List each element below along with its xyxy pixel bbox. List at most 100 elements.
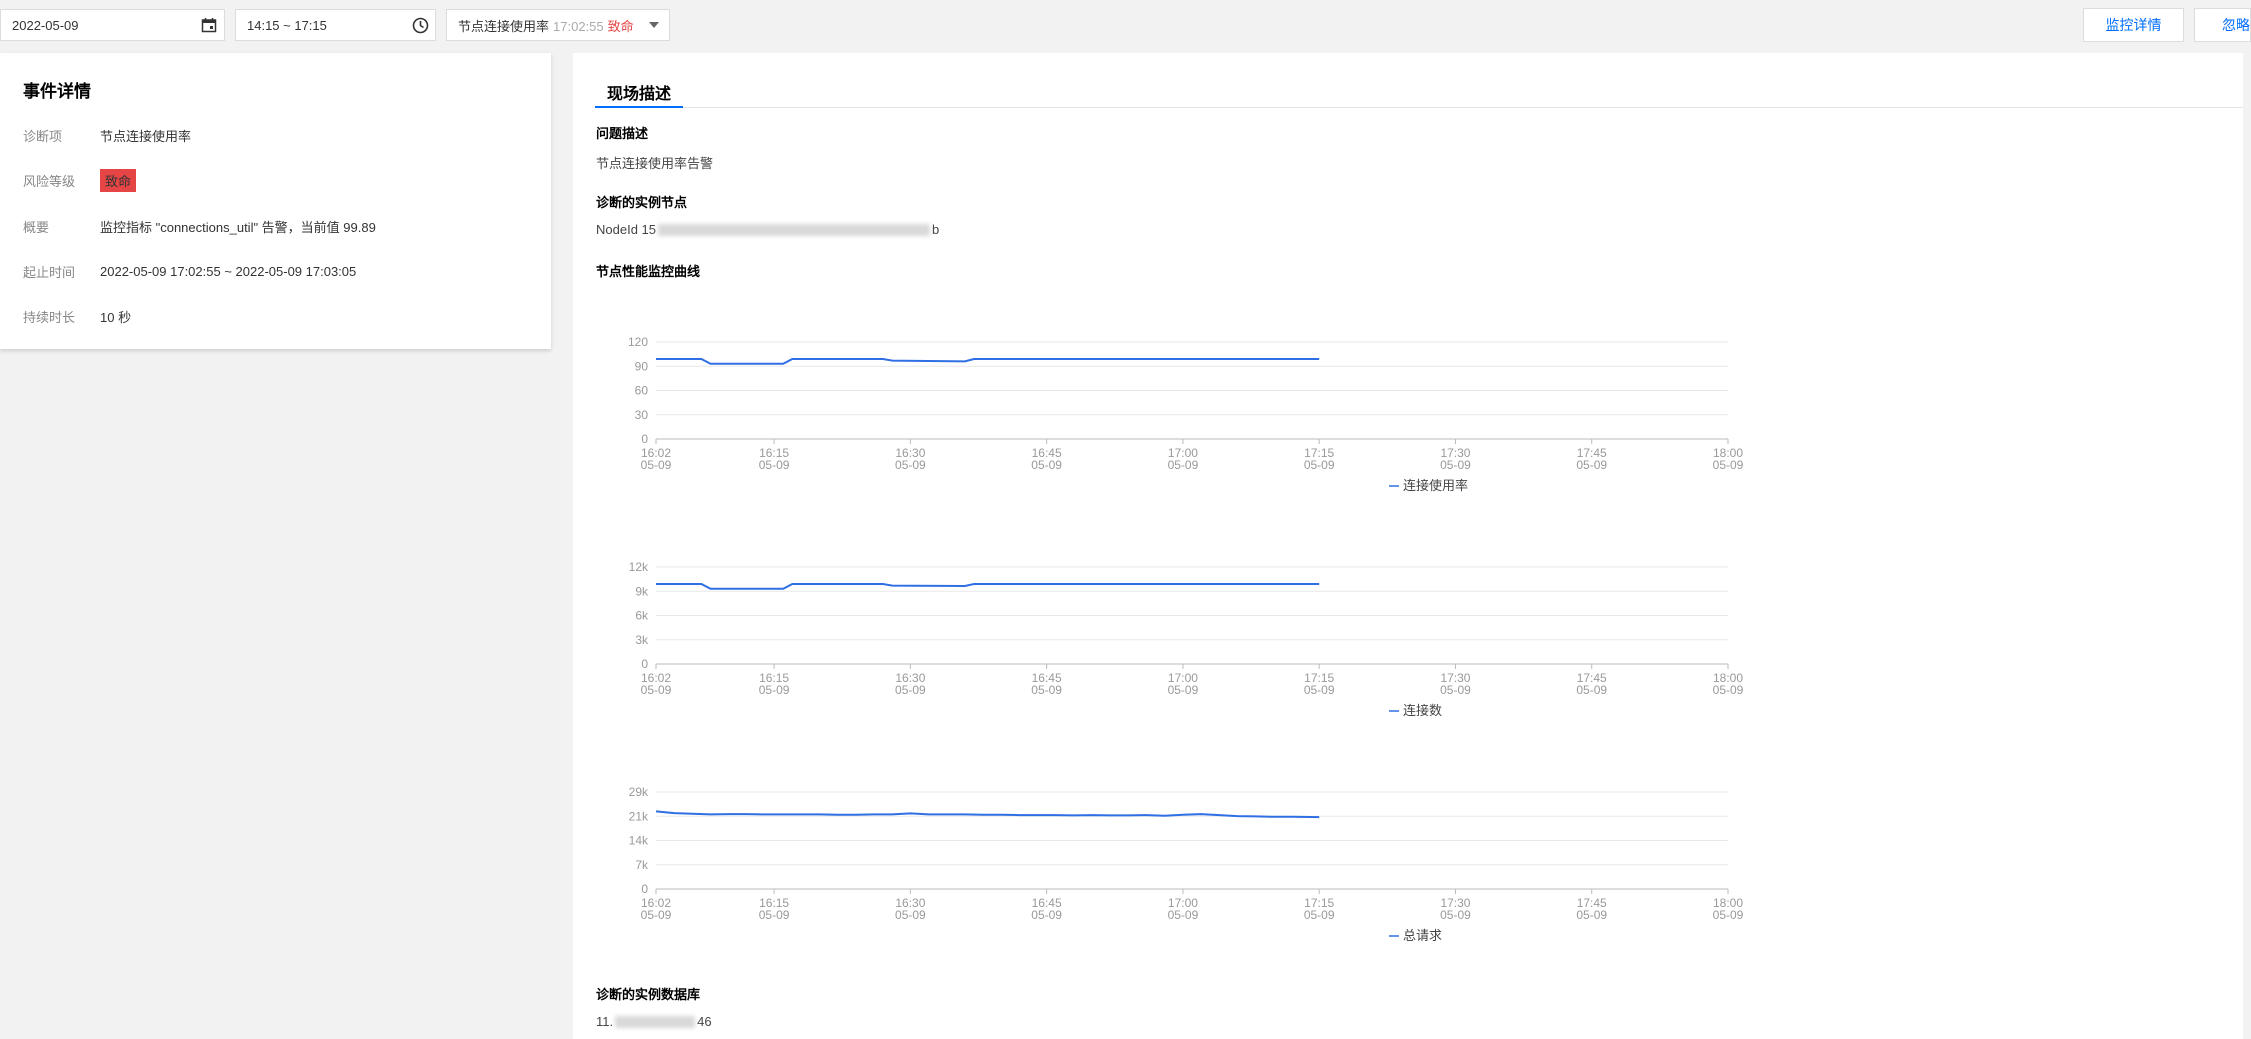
scrollbar[interactable] xyxy=(2243,53,2251,1039)
detail-row-summary: 概要 监控指标 "connections_util" 告警，当前值 99.89 xyxy=(23,215,376,237)
detail-row-time: 起止时间 2022-05-09 17:02:55 ~ 2022-05-09 17… xyxy=(23,260,356,282)
problem-title: 问题描述 xyxy=(596,126,649,141)
x-tick-label-date: 05-09 xyxy=(1713,458,1744,472)
redacted-text xyxy=(658,223,930,236)
x-tick-label-date: 05-09 xyxy=(1576,683,1607,697)
x-tick-label-date: 05-09 xyxy=(1440,908,1471,922)
chart-connections: 0 3k 6k 9k 12k 16:02 05-09 16:15 05-09 16:30 05-09… xyxy=(573,544,2251,744)
x-tick-label-date: 05-09 xyxy=(759,458,790,472)
y-tick-label: 90 xyxy=(635,359,649,373)
y-tick-label: 9k xyxy=(635,584,649,598)
y-tick-label: 12k xyxy=(629,560,649,574)
series-line xyxy=(656,358,1320,365)
x-tick-label-date: 05-09 xyxy=(759,908,790,922)
x-tick-label-date: 05-09 xyxy=(1713,908,1744,922)
legend-label[interactable]: 总请求 xyxy=(1403,928,1442,943)
x-tick-label-date: 05-09 xyxy=(1440,683,1471,697)
x-tick-label-date: 05-09 xyxy=(1031,683,1062,697)
detail-label: 诊断项 xyxy=(23,128,63,144)
x-tick-label-date: 05-09 xyxy=(1168,683,1199,697)
x-tick-label-date: 05-09 xyxy=(895,908,926,922)
detail-value: 2022-05-09 17:02:55 ~ 2022-05-09 17:03:0… xyxy=(100,263,357,279)
y-tick-label: 21k xyxy=(629,809,649,823)
node-title: 诊断的实例节点 xyxy=(596,195,688,210)
x-tick-label-date: 05-09 xyxy=(1304,908,1335,922)
x-tick-label-date: 05-09 xyxy=(1168,458,1199,472)
clock-icon[interactable] xyxy=(405,17,435,34)
y-tick-label: 0 xyxy=(641,882,648,896)
detail-value: 节点连接使用率 xyxy=(100,128,192,144)
event-select[interactable]: 节点连接使用率 17:02:55 致命 xyxy=(446,9,670,41)
db-prefix: 11. xyxy=(596,1014,614,1029)
severity-badge: 致命 xyxy=(100,168,137,192)
detail-row-risk: 风险等级 致命 xyxy=(23,168,137,192)
x-tick-label-date: 05-09 xyxy=(1576,908,1607,922)
event-select-time: 17:02:55 xyxy=(553,18,604,34)
ignore-button[interactable]: 忽略 xyxy=(2194,8,2251,42)
x-tick-label-date: 05-09 xyxy=(1304,458,1335,472)
problem-text: 节点连接使用率告警 xyxy=(596,156,714,171)
tab-scene-description[interactable]: 现场描述 xyxy=(595,77,684,108)
chart-connection-util: 0 30 60 90 120 16:02 05-09 16:15 05-09 16:30 05-09… xyxy=(573,319,2251,519)
date-value: 2022-05-09 xyxy=(12,17,79,33)
time-range-picker[interactable]: 14:15 ~ 17:15 xyxy=(235,9,436,41)
calendar-icon[interactable] xyxy=(194,17,224,33)
legend-label[interactable]: 连接使用率 xyxy=(1403,478,1468,493)
chart-svg: 07k14k21k29k16:0205-0916:1505-0916:3005-… xyxy=(629,785,1744,943)
detail-label: 风险等级 xyxy=(23,173,76,189)
tab-bar: 现场描述 xyxy=(595,77,2245,108)
caret-down-icon[interactable] xyxy=(639,22,669,28)
detail-value: 监控指标 "connections_util" 告警，当前值 99.89 xyxy=(100,219,376,235)
node-id-prefix: NodeId 15 xyxy=(596,222,656,237)
x-tick-label-date: 05-09 xyxy=(1576,458,1607,472)
toolbar: 2022-05-09 14:15 ~ 17:15 节点连接使用率 17:02:55… xyxy=(0,0,2251,50)
redacted-text xyxy=(615,1015,696,1028)
chart-svg: 030609012016:0205-0916:1505-0916:3005-09… xyxy=(628,335,1744,493)
db-address: 11. 46 xyxy=(596,1014,712,1029)
x-tick-label-date: 05-09 xyxy=(895,683,926,697)
x-tick-label-date: 05-09 xyxy=(1713,683,1744,697)
y-tick-label: 0 xyxy=(641,432,648,446)
monitor-details-button[interactable]: 监控详情 xyxy=(2083,8,2184,42)
event-details-panel: 事件详情 诊断项 节点连接使用率 风险等级 致命 概要 监控指标 "connec… xyxy=(0,53,551,349)
x-tick-label-date: 05-09 xyxy=(895,458,926,472)
scene-panel: 现场描述 问题描述 节点连接使用率告警 诊断的实例节点 NodeId 15 b 节… xyxy=(573,53,2251,1039)
y-tick-label: 3k xyxy=(635,633,649,647)
y-tick-label: 120 xyxy=(628,335,648,349)
y-tick-label: 0 xyxy=(641,657,648,671)
legend-label[interactable]: 连接数 xyxy=(1403,703,1442,718)
curve-title: 节点性能监控曲线 xyxy=(596,264,701,279)
y-tick-label: 29k xyxy=(629,785,649,799)
chart-total-requests: 0 7k 14k 21k 29k 16:02 05-09 16:15 05-09 16:30 05-… xyxy=(573,769,2251,969)
chart-svg: 03k6k9k12k16:0205-0916:1505-0916:3005-09… xyxy=(629,560,1744,718)
detail-row-item: 诊断项 节点连接使用率 xyxy=(23,124,191,146)
x-tick-label-date: 05-09 xyxy=(641,908,672,922)
y-tick-label: 60 xyxy=(635,384,649,398)
x-tick-label-date: 05-09 xyxy=(1304,683,1335,697)
detail-label: 起止时间 xyxy=(23,264,76,280)
x-tick-label-date: 05-09 xyxy=(1440,458,1471,472)
db-title: 诊断的实例数据库 xyxy=(596,987,701,1002)
x-tick-label-date: 05-09 xyxy=(759,683,790,697)
time-range-value: 14:15 ~ 17:15 xyxy=(247,17,327,33)
event-select-severity: 致命 xyxy=(607,18,634,34)
x-tick-label-date: 05-09 xyxy=(641,458,672,472)
node-id: NodeId 15 b xyxy=(596,222,939,237)
y-tick-label: 6k xyxy=(635,609,649,623)
event-select-name: 节点连接使用率 xyxy=(458,18,550,34)
x-tick-label-date: 05-09 xyxy=(1031,908,1062,922)
event-details-title: 事件详情 xyxy=(23,82,91,101)
detail-label: 概要 xyxy=(23,219,50,235)
db-suffix: 46 xyxy=(697,1014,712,1029)
x-tick-label-date: 05-09 xyxy=(1031,458,1062,472)
y-tick-label: 30 xyxy=(635,408,649,422)
detail-label: 持续时长 xyxy=(23,309,76,325)
node-id-suffix: b xyxy=(932,222,940,237)
date-picker[interactable]: 2022-05-09 xyxy=(0,9,225,41)
detail-value: 10 秒 xyxy=(100,309,132,325)
x-tick-label-date: 05-09 xyxy=(1168,908,1199,922)
y-tick-label: 7k xyxy=(635,858,649,872)
series-line xyxy=(656,583,1320,590)
x-tick-label-date: 05-09 xyxy=(641,683,672,697)
y-tick-label: 14k xyxy=(629,834,649,848)
